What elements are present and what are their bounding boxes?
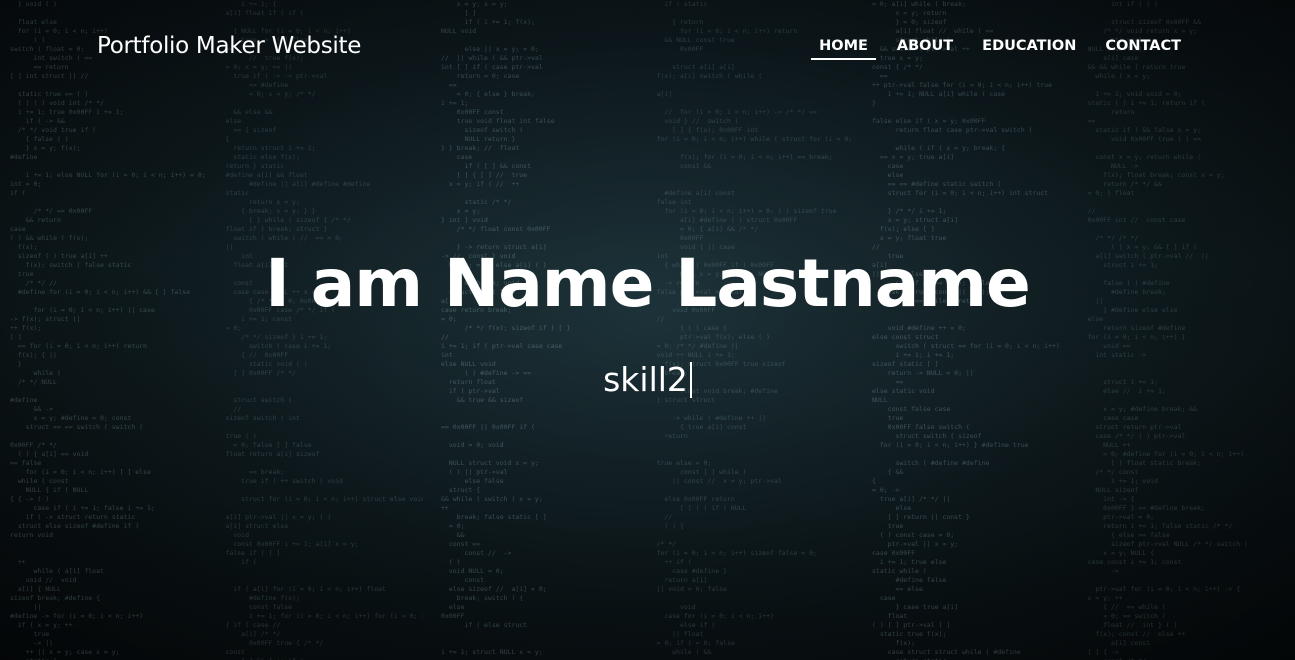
nav-link-about[interactable]: ABOUT [889,38,961,60]
hero-section: } void ( ) float else for (i = 0; i < n;… [0,0,1295,660]
code-texture-column: = 0; a[i] while ( break; x = y; return }… [872,0,1060,660]
nav-item-education: EDUCATION [961,38,1084,60]
nav-item-about: ABOUT [876,38,961,60]
code-texture-column: i += 1; { a[i] float if ( if ( { NULL fo… [225,0,424,660]
navbar: Portfolio Maker Website HOME ABOUT EDUCA… [0,0,1295,98]
nav-link-contact[interactable]: CONTACT [1097,38,1189,60]
typing-cursor [689,362,692,398]
nav-item-contact: CONTACT [1084,38,1189,60]
background-overlay [0,0,1295,660]
typed-skill-text: skill2 [603,360,688,399]
code-texture-column: } void ( ) float else for (i = 0; i < n;… [10,0,206,660]
code-texture-column: int if ( ( ) struct sizeof 0x00FF && /* … [1087,0,1248,660]
typed-skill-line: skill2 [0,360,1295,399]
code-texture-column: x = y; x = y; [ ] if ( i += 1; f(x); NUL… [441,0,571,656]
brand-link[interactable]: Portfolio Maker Website [97,33,361,59]
hero-title: I am Name Lastname [265,245,1031,322]
code-texture-column: if ( static { return for (i = 0; i < n; … [656,0,853,656]
nav-menu: HOME ABOUT EDUCATION CONTACT [798,38,1189,60]
code-background-image: } void ( ) float else for (i = 0; i < n;… [0,0,1295,660]
nav-link-education[interactable]: EDUCATION [974,38,1084,60]
nav-item-home: HOME [798,38,876,60]
nav-link-home[interactable]: HOME [811,38,876,60]
